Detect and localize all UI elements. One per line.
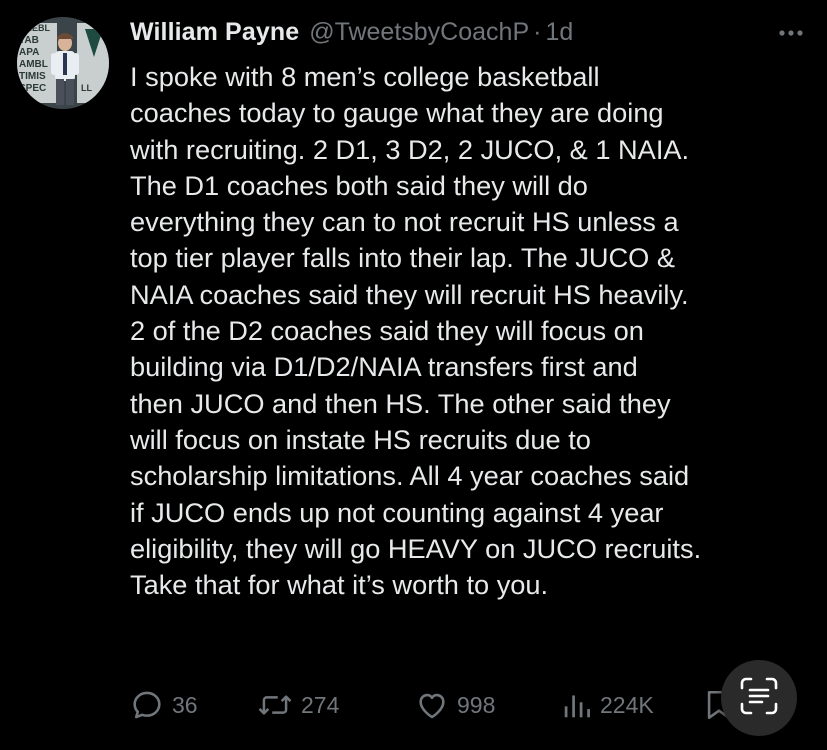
tweet-text-line: if JUCO ends up not counting against 4 y… [130,496,664,528]
scan-text-icon [738,675,780,722]
avatar-image: UNEBL TAB APA AMBL TIMIS SPEC LL [17,17,109,109]
views-count: 224K [600,691,654,718]
avatar-sign-text-4: TIMIS [19,71,46,82]
heart-icon [415,688,449,722]
reply-button[interactable]: 36 [130,680,198,730]
avatar[interactable]: UNEBL TAB APA AMBL TIMIS SPEC LL [17,17,109,109]
reply-count: 36 [172,691,198,718]
retweet-count: 274 [301,691,340,718]
tweet: UNEBL TAB APA AMBL TIMIS SPEC LL William… [0,0,827,750]
tweet-text-line: top tier player falls into their lap. Th… [130,242,675,274]
avatar-sign-text-1: TAB [19,35,39,46]
tweet-text-line: NAIA coaches said they will recruit HS h… [130,278,689,310]
avatar-sign-text-0: UNEBL [19,23,51,33]
tweet-text-line: scholarship limitations. All 4 year coac… [130,460,690,492]
views-button[interactable]: 224K [562,680,654,730]
like-count: 998 [457,691,496,718]
tweet-text-line: then JUCO and then HS. The other said th… [130,387,671,419]
tweet-text-line: The D1 coaches both said they will do [130,169,588,201]
tweet-header: William Payne @TweetsbyCoachP · 1d [130,18,573,54]
tweet-text-line: coaches today to gauge what they are doi… [130,97,664,129]
post-time[interactable]: 1d [545,18,573,47]
avatar-sign-text-3: AMBL [19,59,48,70]
tweet-text-line: Take that for what it’s worth to you. [130,569,549,601]
avatar-sign-text-2: APA [19,47,39,58]
tweet-text-line: 2 of the D2 coaches said they will focus… [130,315,644,347]
views-bar-chart-icon [562,688,592,722]
tweet-text-line: everything they can to not recruit HS un… [130,206,679,238]
reply-icon [130,688,164,722]
retweet-button[interactable]: 274 [257,680,339,730]
tweet-text-line: will focus on instate HS recruits due to [130,423,591,455]
tweet-text-line: eligibility, they will go HEAVY on JUCO … [130,532,702,564]
like-button[interactable]: 998 [415,680,495,730]
author-handle[interactable]: @TweetsbyCoachP [309,18,529,47]
dot-separator: · [533,18,542,46]
tweet-text-line: I spoke with 8 men’s college basketball [130,61,600,92]
more-options-button[interactable] [774,22,808,44]
more-horizontal-icon [779,30,803,36]
author-name[interactable]: William Payne [130,18,299,47]
scan-text-button[interactable] [721,660,797,736]
retweet-icon [257,688,293,722]
tweet-text-line: building via D1/D2/NAIA transfers first … [130,351,638,383]
avatar-sign-text-6: LL [81,83,92,93]
tweet-text: I spoke with 8 men’s college basketball … [130,59,820,603]
tweet-text-line: with recruiting. 2 D1, 3 D2, 2 JUCO, & 1… [130,133,690,165]
avatar-sign-text-5: SPEC [19,83,46,94]
